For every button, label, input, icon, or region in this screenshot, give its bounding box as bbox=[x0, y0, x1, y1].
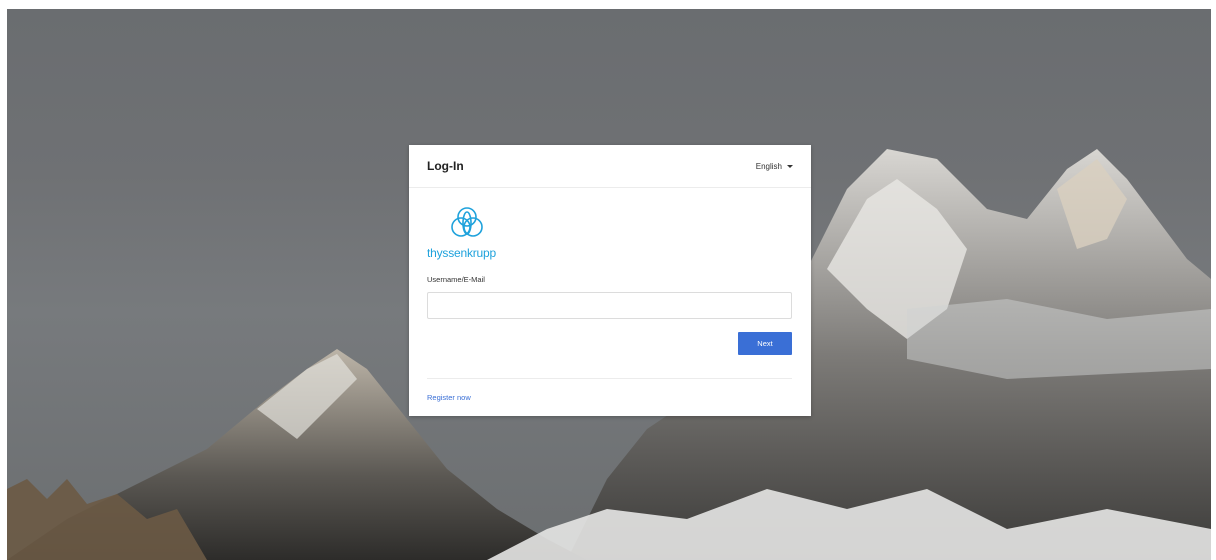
register-link[interactable]: Register now bbox=[427, 393, 471, 402]
login-card: Log-In English thyssenkrupp Username/E-M… bbox=[409, 145, 811, 416]
username-input[interactable] bbox=[427, 292, 792, 319]
divider bbox=[427, 378, 792, 379]
language-label: English bbox=[755, 161, 782, 171]
card-header: Log-In English bbox=[409, 145, 811, 188]
next-button[interactable]: Next bbox=[738, 332, 792, 355]
page-title: Log-In bbox=[427, 159, 464, 173]
logo-text: thyssenkrupp bbox=[427, 246, 496, 260]
username-label: Username/E-Mail bbox=[427, 275, 485, 284]
chevron-down-icon bbox=[787, 164, 793, 168]
language-selector[interactable]: English bbox=[756, 162, 793, 171]
